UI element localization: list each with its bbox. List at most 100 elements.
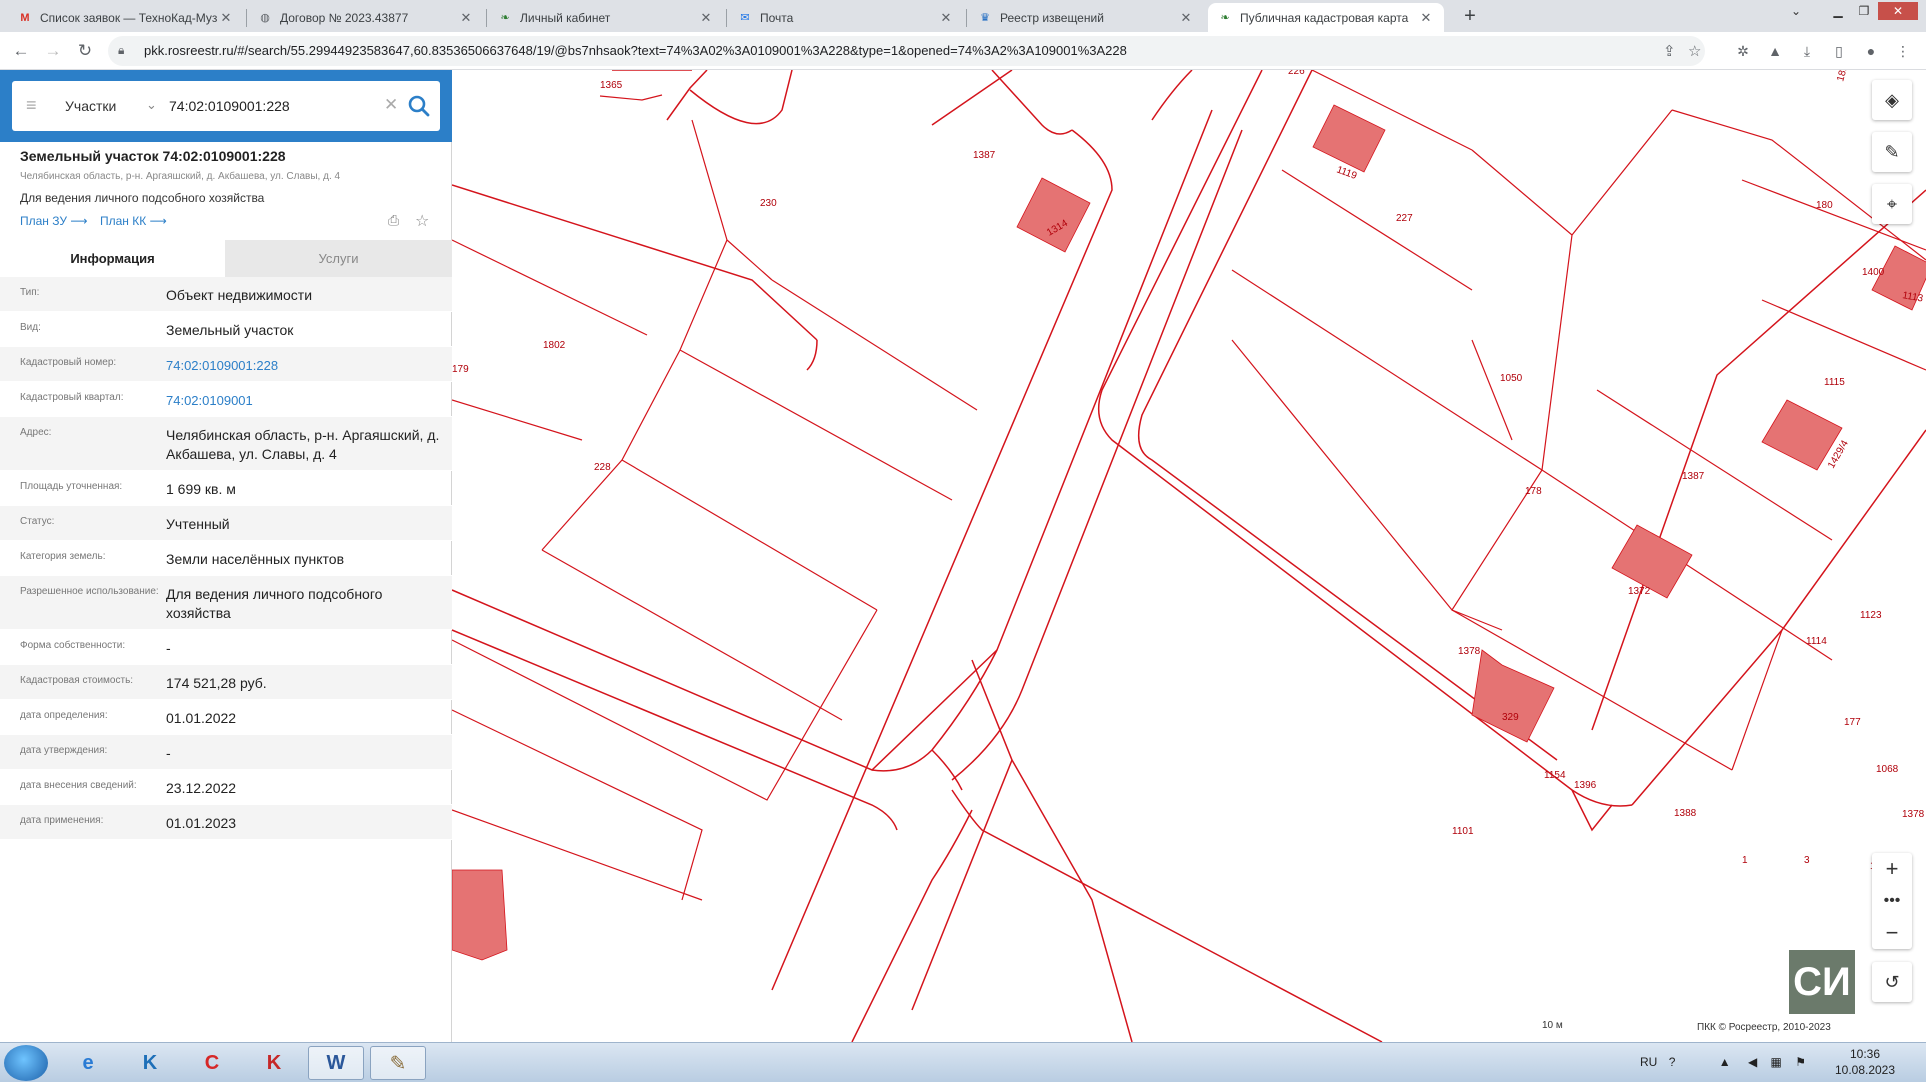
object-use: Для ведения личного подсобного хозяйства xyxy=(20,191,265,205)
layer-select[interactable]: Участки xyxy=(65,98,116,114)
parcel-label: 1 xyxy=(1742,855,1748,866)
road-line xyxy=(452,629,898,831)
property-row: Площадь уточненная: 1 699 кв. м xyxy=(0,471,452,506)
close-tab-icon[interactable]: ✕ xyxy=(218,10,234,26)
clock[interactable]: 10:36 10.08.2023 xyxy=(1830,1046,1900,1078)
close-tab-icon[interactable]: ✕ xyxy=(698,10,714,26)
favorite-star-icon[interactable]: ☆ xyxy=(415,211,429,231)
close-tab-icon[interactable]: ✕ xyxy=(458,10,474,26)
new-tab-button[interactable]: + xyxy=(1458,5,1482,29)
road-line xyxy=(951,129,1243,781)
kompas-app-icon[interactable]: K xyxy=(122,1046,178,1080)
flag-icon[interactable]: ⚑ xyxy=(1795,1055,1806,1069)
parcel-line xyxy=(1731,629,1783,771)
tab-separator xyxy=(486,9,487,27)
browser-tab[interactable]: M Список заявок — ТехноКад-Муз ✕ xyxy=(8,3,244,32)
share-icon[interactable]: ⇪ xyxy=(1663,42,1676,60)
volume-icon[interactable]: ◀ xyxy=(1748,1055,1757,1069)
paint-app-icon[interactable]: ✎ xyxy=(370,1046,426,1080)
property-row: Категория земель: Земли населённых пункто… xyxy=(0,541,452,576)
tab-search-button[interactable]: ⌄ xyxy=(1784,2,1808,20)
chevron-down-icon[interactable]: ⌄ xyxy=(146,97,157,113)
property-label: дата определения: xyxy=(20,710,108,721)
property-row: дата определения: 01.01.2022 xyxy=(0,700,452,735)
property-row: Вид: Земельный участок xyxy=(0,312,452,347)
plan-kk-link[interactable]: План КК ⟶ xyxy=(100,214,167,228)
property-value-link[interactable]: 74:02:0109001:228 xyxy=(166,356,446,375)
reload-button[interactable]: ↻ xyxy=(74,40,96,62)
tray-arrow-icon[interactable]: ▲ xyxy=(1719,1055,1731,1069)
browser-tab[interactable]: ✉ Почта ✕ xyxy=(728,3,964,32)
tab-information[interactable]: Информация xyxy=(0,240,225,277)
locate-button[interactable]: ⌖ xyxy=(1872,184,1912,224)
network-icon[interactable]: ▦ xyxy=(1771,1055,1782,1069)
property-label: дата применения: xyxy=(20,815,104,826)
zoom-out-button[interactable]: − xyxy=(1872,917,1912,949)
word-app-icon[interactable]: W xyxy=(308,1046,364,1080)
download-icon[interactable]: ⤓ xyxy=(1797,41,1817,61)
address-bar[interactable]: 🔒︎ pkk.rosreestr.ru/#/search/55.29944923… xyxy=(108,36,1705,66)
search-input[interactable] xyxy=(167,93,382,119)
minimize-button[interactable]: ▁ xyxy=(1826,2,1850,20)
tab-services[interactable]: Услуги xyxy=(225,240,452,277)
property-value-link[interactable]: 74:02:0109001 xyxy=(166,391,446,410)
road-line xyxy=(689,70,793,125)
map-canvas[interactable]: 1365226 181138711192272301314180111314001… xyxy=(452,70,1926,1042)
parcel-label: 181 xyxy=(1835,70,1850,83)
app-c-icon[interactable]: C xyxy=(184,1046,240,1080)
property-label: Статус: xyxy=(20,516,55,527)
road-line xyxy=(1571,789,1613,832)
crosshair-icon: ⌖ xyxy=(1886,193,1898,214)
property-row: Тип: Объект недвижимости xyxy=(0,277,452,312)
road-line xyxy=(931,749,963,791)
property-label: Категория земель: xyxy=(20,551,106,562)
road-line xyxy=(951,789,1383,1042)
side-panel-icon[interactable]: ▯ xyxy=(1829,41,1849,61)
search-icon[interactable] xyxy=(406,93,432,119)
close-window-button[interactable]: ✕ xyxy=(1878,2,1918,20)
print-icon[interactable]: ⎙ xyxy=(388,212,399,229)
cadastral-map[interactable]: 1365 226 181 1387 1119 227 230 1314 180 1113 1400 1… xyxy=(452,70,1926,1042)
building-footprint xyxy=(1471,649,1555,743)
extension-flask-icon[interactable]: ▲ xyxy=(1765,41,1785,61)
more-button[interactable]: ••• xyxy=(1872,885,1912,917)
url-text[interactable]: pkk.rosreestr.ru/#/search/55.29944923583… xyxy=(144,43,1127,58)
close-tab-icon[interactable]: ✕ xyxy=(938,10,954,26)
parcel-line xyxy=(452,609,878,801)
search-box: ≡ Участки ⌄ ✕ xyxy=(12,81,440,131)
browser-tab[interactable]: ❧ Личный кабинет ✕ xyxy=(488,3,724,32)
plan-zu-link[interactable]: План ЗУ ⟶ xyxy=(20,214,88,228)
property-row: Форма собственности: - xyxy=(0,630,452,665)
parcel-line xyxy=(541,549,843,721)
ruler-icon: ✎ xyxy=(1884,141,1900,162)
forward-button[interactable]: → xyxy=(42,40,64,62)
close-tab-icon[interactable]: ✕ xyxy=(1178,10,1194,26)
menu-hamburger-icon[interactable]: ≡ xyxy=(26,95,37,116)
maximize-button[interactable]: ❐ xyxy=(1852,2,1876,20)
parcel-boundaries xyxy=(452,70,1926,901)
clear-icon[interactable]: ✕ xyxy=(384,95,398,115)
close-tab-icon[interactable]: ✕ xyxy=(1418,10,1434,26)
layers-button[interactable]: ◈ xyxy=(1872,80,1912,120)
property-label: Форма собственности: xyxy=(20,640,126,651)
property-row: Кадастровая стоимость: 174 521,28 руб. xyxy=(0,665,452,700)
back-button[interactable]: ← xyxy=(10,40,32,62)
ie-app-icon[interactable]: e xyxy=(60,1046,116,1080)
browser-tab[interactable]: ◍ Договор № 2023.43877 ✕ xyxy=(248,3,484,32)
profile-avatar-icon[interactable]: ● xyxy=(1861,41,1881,61)
zoom-in-button[interactable]: + xyxy=(1872,853,1912,885)
menu-kebab-icon[interactable]: ⋮ xyxy=(1893,41,1913,61)
measure-button[interactable]: ✎ xyxy=(1872,132,1912,172)
parcel-label: 177 xyxy=(1844,717,1861,728)
bookmark-star-icon[interactable]: ☆ xyxy=(1688,42,1701,60)
property-value: 1 699 кв. м xyxy=(166,481,236,497)
start-button[interactable] xyxy=(4,1045,48,1081)
browser-tab-title: Личный кабинет xyxy=(520,10,611,25)
browser-tab[interactable]: ♛ Реестр извещений ✕ xyxy=(968,3,1204,32)
help-icon[interactable]: ? xyxy=(1669,1055,1676,1069)
extensions-icon[interactable]: ✲ xyxy=(1733,41,1753,61)
language-indicator[interactable]: RU xyxy=(1640,1055,1657,1069)
browser-tab[interactable]: ❧ Публичная кадастровая карта ✕ xyxy=(1208,3,1444,32)
app-red-icon[interactable]: K xyxy=(246,1046,302,1080)
history-button[interactable]: ↺ xyxy=(1872,962,1912,1002)
